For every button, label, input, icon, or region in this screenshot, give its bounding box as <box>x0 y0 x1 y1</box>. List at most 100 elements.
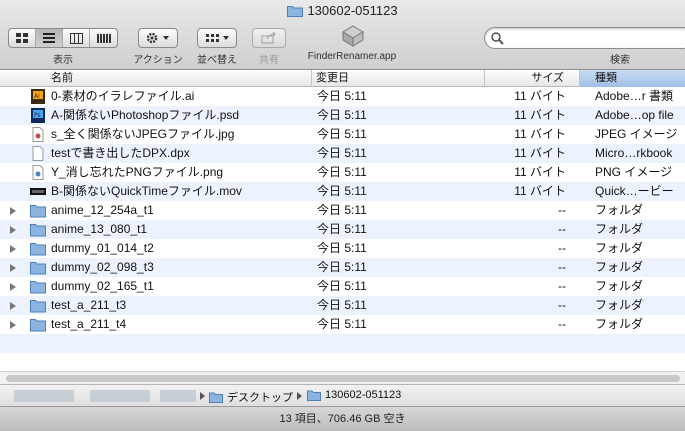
arrange-menu-button[interactable] <box>197 28 237 48</box>
folder-date: 今日 5:11 <box>317 279 367 293</box>
window-title-text: 130602-051123 <box>307 3 398 18</box>
share-button[interactable] <box>252 28 286 48</box>
folder-row[interactable]: dummy_02_165_t1 今日 5:11 -- フォルダ <box>0 277 685 296</box>
desktop-folder-icon <box>209 392 223 403</box>
list-item[interactable]: testで書き出したDPX.dpx 今日 5:11 11 バイト Micro…r… <box>0 144 685 163</box>
file-name: testで書き出したDPX.dpx <box>51 146 190 160</box>
folder-row[interactable]: dummy_02_098_t3 今日 5:11 -- フォルダ <box>0 258 685 277</box>
action-menu-button[interactable] <box>138 28 178 48</box>
folder-name: test_a_211_t4 <box>51 317 127 331</box>
scrollbar-thumb[interactable] <box>6 375 680 382</box>
path-separator-icon <box>297 392 302 400</box>
document-file-icon <box>30 146 46 161</box>
column-view-icon <box>69 32 83 44</box>
folder-row[interactable]: anime_13_080_t1 今日 5:11 -- フォルダ <box>0 220 685 239</box>
folder-icon <box>30 222 46 237</box>
disclosure-triangle-icon[interactable] <box>10 302 16 310</box>
share-label: 共有 <box>259 55 279 66</box>
disclosure-triangle-icon[interactable] <box>10 283 16 291</box>
status-bar: 13 項目、706.46 GB 空き <box>0 406 685 431</box>
column-view-button[interactable] <box>63 29 90 47</box>
gear-icon <box>146 32 169 44</box>
folder-size: -- <box>558 317 566 331</box>
path-item-desktop[interactable]: デスクトップ <box>209 389 293 405</box>
folder-size: -- <box>558 241 566 255</box>
redacted-path-segment <box>160 390 196 402</box>
list-view-icon <box>43 32 55 43</box>
list-item[interactable]: Ai 0-素材のイラレファイル.ai 今日 5:11 11 バイト Adobe…… <box>0 87 685 106</box>
file-size: 11 バイト <box>514 165 566 179</box>
folder-row[interactable]: test_a_211_t3 今日 5:11 -- フォルダ <box>0 296 685 315</box>
list-view-button[interactable] <box>36 29 63 47</box>
search-field[interactable] <box>484 27 685 49</box>
icon-view-icon <box>16 32 28 43</box>
arrange-label: 並べ替え <box>197 55 237 66</box>
disclosure-triangle-icon[interactable] <box>10 264 16 272</box>
finder-renamer-app-icon[interactable] <box>340 24 366 50</box>
folder-size: -- <box>558 279 566 293</box>
folder-row[interactable]: anime_12_254a_t1 今日 5:11 -- フォルダ <box>0 201 685 220</box>
folder-row[interactable]: test_a_211_t4 今日 5:11 -- フォルダ <box>0 315 685 334</box>
folder-kind: フォルダ <box>595 241 644 255</box>
folder-date: 今日 5:11 <box>317 222 367 236</box>
file-name: B-関係ないQuickTimeファイル.mov <box>51 184 242 198</box>
folder-name: test_a_211_t3 <box>51 298 127 312</box>
list-item[interactable]: s_全く関係ないJPEGファイル.jpg 今日 5:11 11 バイト JPEG… <box>0 125 685 144</box>
image-file-icon <box>30 127 46 142</box>
folder-name: anime_12_254a_t1 <box>51 203 154 217</box>
file-date: 今日 5:11 <box>317 108 367 122</box>
disclosure-triangle-icon[interactable] <box>10 321 16 329</box>
column-header-kind[interactable]: 種類 <box>580 70 685 87</box>
path-item-current-folder[interactable]: 130602-051123 <box>307 389 401 401</box>
horizontal-scrollbar[interactable] <box>0 371 685 384</box>
column-header-date[interactable]: 変更日 <box>312 70 485 87</box>
file-kind: Adobe…r 書類 <box>595 89 674 103</box>
list-item[interactable]: B-関係ないQuickTimeファイル.mov 今日 5:11 11 バイト Q… <box>0 182 685 201</box>
path-item-current-folder-label: 130602-051123 <box>325 389 402 401</box>
photoshop-file-icon: Ps <box>30 108 46 123</box>
folder-icon <box>30 298 46 313</box>
column-header-name[interactable]: 名前 <box>0 70 312 87</box>
folder-date: 今日 5:11 <box>317 203 367 217</box>
folder-name: dummy_01_014_t2 <box>51 241 154 255</box>
list-item[interactable]: Ps A-関係ないPhotoshopファイル.psd 今日 5:11 11 バイ… <box>0 106 685 125</box>
coverflow-view-icon <box>96 33 111 43</box>
folder-name: dummy_02_098_t3 <box>51 260 154 274</box>
search-label: 検索 <box>610 55 630 66</box>
file-date: 今日 5:11 <box>317 127 367 141</box>
folder-row[interactable]: dummy_01_014_t2 今日 5:11 -- フォルダ <box>0 239 685 258</box>
view-label: 表示 <box>53 55 73 66</box>
view-mode-segmented-control <box>8 28 118 48</box>
svg-text:Ai: Ai <box>34 93 40 100</box>
window-title: 130602-051123 <box>0 3 685 20</box>
file-size: 11 バイト <box>514 108 566 122</box>
column-header-row: 名前 変更日 サイズ 種類 <box>0 70 685 87</box>
disclosure-triangle-icon[interactable] <box>10 245 16 253</box>
file-size: 11 バイト <box>514 89 566 103</box>
file-name: s_全く関係ないJPEGファイル.jpg <box>51 127 235 141</box>
coverflow-view-button[interactable] <box>90 29 117 47</box>
folder-date: 今日 5:11 <box>317 241 367 255</box>
folder-icon <box>307 390 321 401</box>
file-name: 0-素材のイラレファイル.ai <box>51 89 195 103</box>
folder-name: anime_13_080_t1 <box>51 222 148 236</box>
disclosure-triangle-icon[interactable] <box>10 226 16 234</box>
file-kind: Micro…rkbook <box>595 146 673 160</box>
folder-date: 今日 5:11 <box>317 298 367 312</box>
folder-name: dummy_02_165_t1 <box>51 279 154 293</box>
icon-view-button[interactable] <box>9 29 36 47</box>
folder-size: -- <box>558 298 566 312</box>
file-list: Ai 0-素材のイラレファイル.ai 今日 5:11 11 バイト Adobe…… <box>0 87 685 371</box>
folder-icon <box>30 241 46 256</box>
disclosure-triangle-icon[interactable] <box>10 207 16 215</box>
file-name: A-関係ないPhotoshopファイル.psd <box>51 108 240 122</box>
column-header-size[interactable]: サイズ <box>485 70 580 87</box>
folder-size: -- <box>558 260 566 274</box>
search-input[interactable] <box>507 31 685 45</box>
redacted-path-segment <box>90 390 150 402</box>
folder-icon <box>30 260 46 275</box>
file-date: 今日 5:11 <box>317 184 367 198</box>
list-item[interactable]: Y_消し忘れたPNGファイル.png 今日 5:11 11 バイト PNG イメ… <box>0 163 685 182</box>
illustrator-file-icon: Ai <box>30 89 46 104</box>
empty-row <box>0 334 685 353</box>
